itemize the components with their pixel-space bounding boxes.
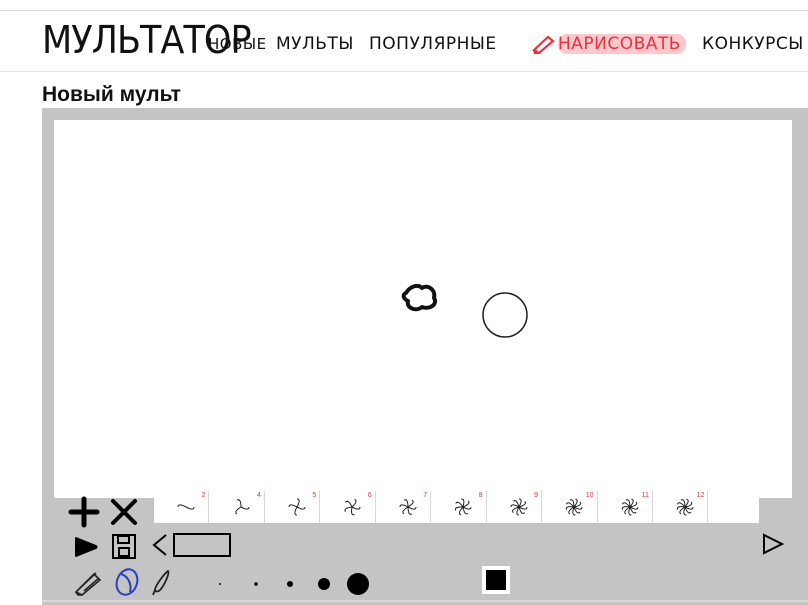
animation-frame[interactable]: 2 <box>154 491 210 523</box>
eraser-icon <box>115 568 139 596</box>
top-border <box>0 10 808 11</box>
frame-thumbnail <box>455 498 472 516</box>
add-frame-button[interactable] <box>68 496 100 528</box>
eraser-tool-button[interactable] <box>112 566 142 598</box>
frame-number: 7 <box>423 492 428 499</box>
frame-number: 11 <box>641 492 649 499</box>
next-frame-button[interactable] <box>760 532 786 558</box>
animation-editor: 2 4 5 6 7 8 9 10 11 12 <box>42 108 808 605</box>
site-header: МУЛЬТАТОР НОВЫЕ МУЛЬТЫ ПОПУЛЯРНЫЕ НАРИСО… <box>0 12 808 72</box>
brush-size-picker <box>219 573 369 595</box>
animation-frame[interactable]: 4 <box>209 491 265 523</box>
brush-size-3[interactable] <box>287 581 293 587</box>
close-icon <box>111 499 137 525</box>
brush-tool-button[interactable] <box>150 568 174 598</box>
frame-thumbnail <box>621 498 638 516</box>
frame-thumbnail <box>676 498 694 516</box>
frame-number: 9 <box>534 492 539 499</box>
animation-frame[interactable]: 10 <box>542 491 598 523</box>
brush-size-2[interactable] <box>254 582 258 586</box>
frame-number: 6 <box>367 492 372 499</box>
frame-thumbnail <box>344 498 361 516</box>
brush-cursor <box>482 292 528 338</box>
nav-new[interactable]: НОВЫЕ <box>208 32 267 56</box>
animation-frame[interactable]: 5 <box>264 491 321 523</box>
delete-frame-button[interactable] <box>108 496 140 528</box>
play-icon <box>75 537 98 557</box>
save-button[interactable] <box>110 532 140 562</box>
nav-contests[interactable]: КОНКУРСЫ <box>702 32 804 56</box>
brush-size-4[interactable] <box>318 578 330 590</box>
page-title: Новый мульт <box>42 83 181 106</box>
animation-frame[interactable]: 9 <box>486 491 543 523</box>
pencil-icon <box>74 572 102 596</box>
frame-thumbnail <box>510 498 528 516</box>
empty-frame-slot[interactable] <box>708 491 760 523</box>
header-divider <box>0 71 808 72</box>
color-picker[interactable] <box>482 566 510 594</box>
frame-thumbnail <box>288 498 306 516</box>
brush-size-5[interactable] <box>347 573 369 595</box>
animation-frame[interactable]: 6 <box>320 491 376 523</box>
frame-thumbnail <box>399 499 417 515</box>
brush-size-1[interactable] <box>219 583 221 585</box>
frame-strip: 2 4 5 6 7 8 9 10 11 12 <box>154 491 760 523</box>
animation-frame[interactable]: 12 <box>652 491 709 523</box>
prev-frame-icon <box>152 534 167 556</box>
frame-number: 8 <box>478 492 483 499</box>
frame-thumbnail <box>565 498 583 516</box>
frame-number: 2 <box>201 492 206 499</box>
plus-icon <box>68 496 100 528</box>
save-icon <box>112 534 136 559</box>
nav-popular[interactable]: ПОПУЛЯРНЫЕ <box>369 32 497 56</box>
current-color-swatch <box>486 570 506 590</box>
play-button[interactable] <box>72 532 102 562</box>
frame-number: 4 <box>256 492 261 499</box>
pencil-icon <box>532 35 555 54</box>
animation-frame[interactable]: 8 <box>431 491 487 523</box>
animation-frame[interactable]: 7 <box>375 491 432 523</box>
next-frame-icon <box>763 533 785 555</box>
frame-number: 5 <box>312 492 317 499</box>
frame-number: 10 <box>585 492 594 499</box>
canvas-drawing <box>401 283 528 338</box>
frame-number: 12 <box>696 492 705 499</box>
drawn-stroke <box>401 283 437 312</box>
brush-icon <box>152 569 170 596</box>
frame-thumbnail <box>177 504 195 510</box>
previous-frame-button[interactable] <box>150 532 234 560</box>
frame-thumbnail <box>235 499 250 515</box>
animation-frame[interactable]: 11 <box>597 491 653 523</box>
nav-mults[interactable]: МУЛЬТЫ <box>276 32 354 56</box>
drawing-canvas[interactable] <box>54 120 792 498</box>
pencil-tool-button[interactable] <box>72 568 106 596</box>
nav-draw[interactable]: НАРИСОВАТЬ <box>558 32 681 56</box>
editor-bottom-border <box>42 600 808 602</box>
